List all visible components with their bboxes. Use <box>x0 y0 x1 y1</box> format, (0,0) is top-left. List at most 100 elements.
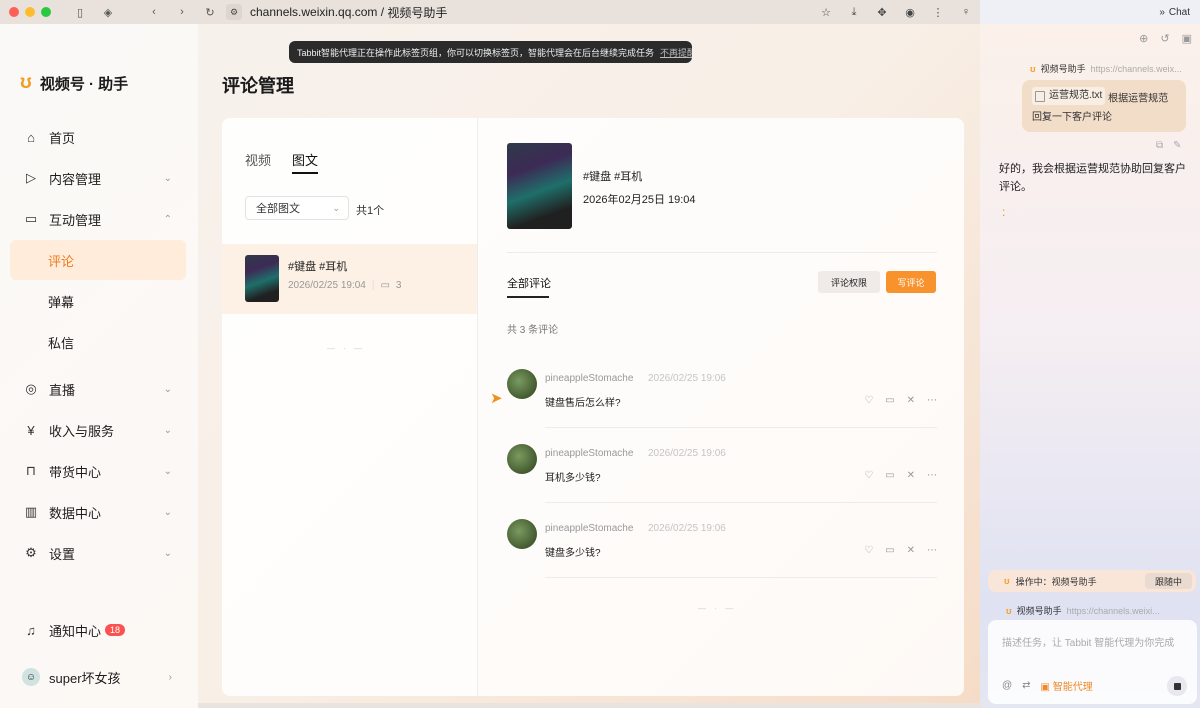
agent-cursor-icon: ➤ <box>490 390 503 407</box>
chat-header: » Chat <box>980 0 1200 24</box>
sidebar-item-live[interactable]: ◎ 直播 ⌄ <box>10 369 186 409</box>
chat-label[interactable]: Chat <box>1169 7 1190 18</box>
follow-button[interactable]: 跟随中 <box>1144 573 1192 589</box>
new-chat-icon[interactable]: ⊕ <box>1139 32 1148 45</box>
post-filter-select[interactable]: 全部图文 ⌄ <box>245 196 349 220</box>
forward-icon[interactable]: › <box>175 5 189 19</box>
live-icon: ◎ <box>25 381 37 396</box>
sidebar-item-income[interactable]: ¥ 收入与服务 ⌄ <box>10 410 186 450</box>
notification-center[interactable]: ♫ 通知中心 18 <box>10 610 186 650</box>
delete-icon[interactable]: ✕ <box>907 470 915 481</box>
avatar: ☺ <box>22 668 40 686</box>
comment-item: pineappleStomache 2026/02/25 19:06 键盘多少钱… <box>507 515 937 590</box>
avatar[interactable] <box>507 369 537 399</box>
sidebar-item-label: 设置 <box>49 546 76 562</box>
bookmark-icon[interactable]: ☆ <box>812 6 840 19</box>
edit-icon[interactable]: ✎ <box>1173 140 1181 151</box>
more-icon[interactable]: ⋯ <box>927 545 937 556</box>
like-icon[interactable]: ♡ <box>864 395 873 406</box>
more-icon[interactable]: ⋯ <box>927 395 937 406</box>
reload-icon[interactable]: ↻ <box>203 5 217 19</box>
tab-image-text[interactable]: 图文 <box>292 150 318 169</box>
typing-indicator: : <box>1002 205 1006 219</box>
ref-name: 视频号助手 <box>1040 64 1086 74</box>
browser-actions: ☆ ⤓ ✥ ◉ ⋮ ♀ <box>812 0 980 24</box>
delete-icon[interactable]: ✕ <box>907 545 915 556</box>
avatar[interactable] <box>507 519 537 549</box>
profile-icon[interactable]: ◉ <box>896 6 924 19</box>
expand-chat-icon[interactable]: » <box>1159 7 1165 18</box>
attachment-chip[interactable]: 运营规范.txt <box>1032 87 1106 105</box>
copy-icon[interactable]: ⧉ <box>1156 140 1163 151</box>
stop-icon <box>1173 682 1181 690</box>
sidebar-item-settings[interactable]: ⚙ 设置 ⌄ <box>10 533 186 573</box>
layout-icon[interactable]: ▣ <box>1182 32 1192 45</box>
chat-input-placeholder[interactable]: 描述任务，让 Tabbit 智能代理为你完成 <box>1002 634 1174 649</box>
download-icon[interactable]: ⤓ <box>840 6 868 19</box>
page-title: 评论管理 <box>222 76 294 96</box>
sidebar-item-interaction[interactable]: ▭ 互动管理 ⌃ <box>10 199 186 239</box>
sidebar-item-label: 内容管理 <box>49 171 102 187</box>
page-reference[interactable]: ʊ 视频号助手 https://channels.weix... <box>1030 62 1182 75</box>
like-icon[interactable]: ♡ <box>864 470 873 481</box>
write-comment-button[interactable]: 写评论 <box>886 271 936 293</box>
user-profile[interactable]: ☺ super坏女孩 › <box>10 657 186 697</box>
logo[interactable]: ʊ 视频号 · 助手 <box>20 72 128 94</box>
tools-icon[interactable]: ⇄ <box>1022 680 1030 691</box>
horizontal-scrollbar[interactable] <box>198 703 982 708</box>
tab-video[interactable]: 视频 <box>245 150 271 169</box>
notification-label: 通知中心 <box>49 623 102 639</box>
assistant-icon[interactable]: ♀ <box>952 6 980 18</box>
minimize-window-button[interactable] <box>25 7 35 17</box>
settings-icon: ⚙ <box>25 545 37 560</box>
sidebar-item-data[interactable]: ▥ 数据中心 ⌄ <box>10 492 186 532</box>
post-date: 2026/02/25 19:04 <box>288 280 366 291</box>
maximize-window-button[interactable] <box>41 7 51 17</box>
sidebar-item-content[interactable]: ▷ 内容管理 ⌄ <box>10 158 186 198</box>
assistant-message: 好的，我会根据运营规范协助回复客户评论。 <box>999 163 1186 193</box>
comment-text: 键盘多少钱? <box>545 548 601 559</box>
reply-icon[interactable]: ▭ <box>885 395 894 406</box>
agent-status-bar: ʊ 操作中：视频号助手 跟随中 <box>988 570 1196 592</box>
sidebar-item-label: 评论 <box>48 253 75 269</box>
chat-input-box[interactable]: 描述任务，让 Tabbit 智能代理为你完成 @ ⇄ ▣ 智能代理 <box>988 620 1197 704</box>
divider <box>545 427 937 428</box>
agent-mode-toggle[interactable]: ▣ 智能代理 <box>1041 678 1093 693</box>
sidebar-toggle-icon[interactable]: ▯ <box>73 5 87 19</box>
site-settings-icon[interactable]: ⚙ <box>226 4 242 20</box>
address-bar[interactable]: ⚙ channels.weixin.qq.com / 视频号助手 <box>226 2 840 22</box>
history-icon[interactable]: ↺ <box>1160 32 1169 45</box>
active-tab-indicator <box>292 172 318 174</box>
comment-permission-button[interactable]: 评论权限 <box>818 271 880 293</box>
mention-icon[interactable]: @ <box>1002 680 1012 691</box>
close-window-button[interactable] <box>9 7 19 17</box>
avatar[interactable] <box>507 444 537 474</box>
filter-value: 全部图文 <box>256 203 300 215</box>
sidebar-item-shop[interactable]: ⊓ 带货中心 ⌄ <box>10 451 186 491</box>
more-menu-icon[interactable]: ⋮ <box>924 6 952 19</box>
back-icon[interactable]: ‹ <box>147 5 161 19</box>
browser-toolbar: ▯ ◈ ‹ › ↻ ⚙ channels.weixin.qq.com / 视频号… <box>0 0 980 24</box>
message-tools: ⧉ ✎ <box>1156 140 1182 151</box>
reply-icon[interactable]: ▭ <box>885 470 894 481</box>
sidebar-item-home[interactable]: ⌂ 首页 <box>10 117 186 157</box>
list-item[interactable]: #键盘 #耳机 2026/02/25 19:04 | ▭ 3 <box>222 244 477 314</box>
reply-icon[interactable]: ▭ <box>885 545 894 556</box>
like-icon[interactable]: ♡ <box>864 545 873 556</box>
sidebar-item-comments[interactable]: 评论 <box>10 240 186 280</box>
stop-button[interactable] <box>1167 676 1187 696</box>
sidebar-item-label: 带货中心 <box>49 464 102 480</box>
post-cover-image <box>507 143 572 229</box>
tab-all-comments[interactable]: 全部评论 <box>507 275 551 291</box>
dismiss-banner-link[interactable]: 不再提醒 <box>660 46 692 59</box>
input-page-reference[interactable]: ʊ 视频号助手 https://channels.weixi... <box>1006 604 1160 617</box>
chevron-down-icon: ⌄ <box>163 424 172 436</box>
tab-group-icon[interactable]: ◈ <box>101 5 115 19</box>
delete-icon[interactable]: ✕ <box>907 395 915 406</box>
sidebar-item-danmaku[interactable]: 弹幕 <box>10 281 186 321</box>
sidebar-item-messages[interactable]: 私信 <box>10 322 186 362</box>
divider <box>507 252 937 253</box>
agent-mode-label: 智能代理 <box>1052 682 1093 693</box>
more-icon[interactable]: ⋯ <box>927 470 937 481</box>
extensions-icon[interactable]: ✥ <box>868 6 896 19</box>
